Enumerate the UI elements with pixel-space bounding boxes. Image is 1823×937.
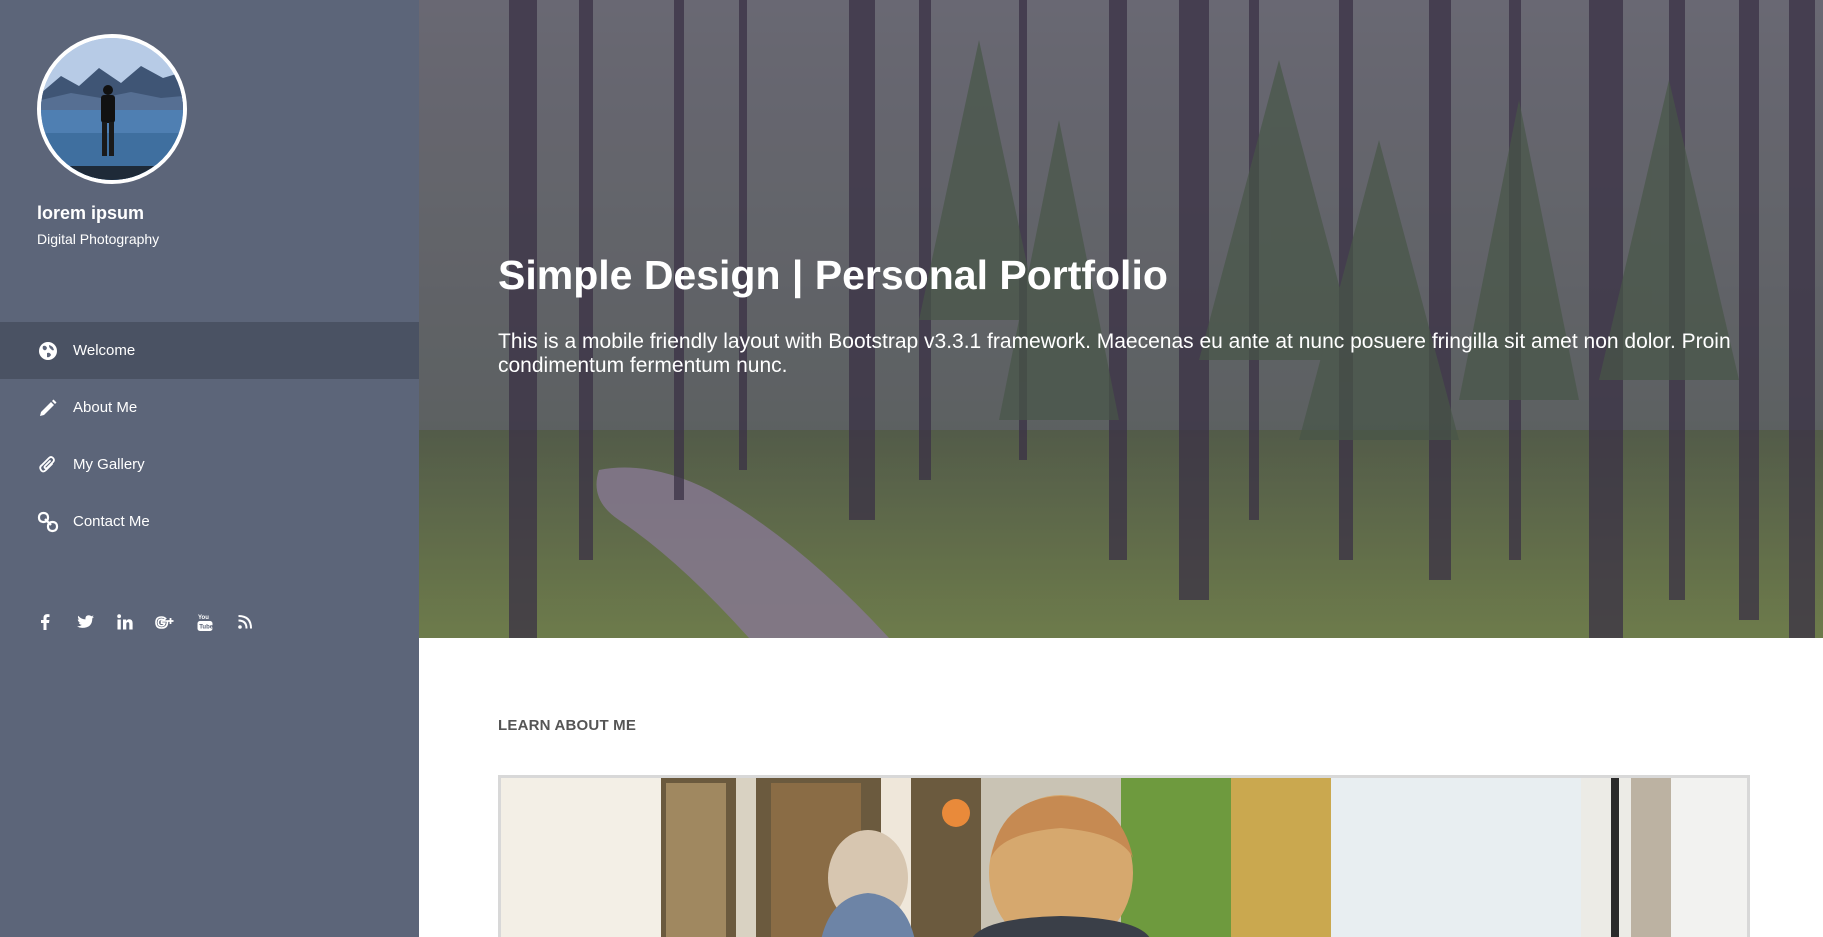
svg-text:Tube: Tube <box>199 624 213 630</box>
forest-background-image <box>419 0 1823 638</box>
google-plus-icon[interactable] <box>153 610 177 634</box>
sidebar: lorem ipsum Digital Photography Welcome … <box>0 0 419 937</box>
section-title: LEARN ABOUT ME <box>498 717 637 734</box>
pencil-icon <box>37 397 59 419</box>
about-image <box>498 775 1750 937</box>
profile-subtitle: Digital Photography <box>37 231 160 247</box>
nav-item-about-me[interactable]: About Me <box>0 379 419 436</box>
nav-item-welcome[interactable]: Welcome <box>0 322 419 379</box>
svg-text:You: You <box>198 615 209 621</box>
rss-icon[interactable] <box>233 610 257 634</box>
nav-item-contact-me[interactable]: Contact Me <box>0 493 419 550</box>
avatar-photo <box>41 38 183 180</box>
youtube-icon[interactable]: You Tube <box>193 610 217 634</box>
globe-icon <box>37 340 59 362</box>
avatar <box>37 34 187 184</box>
profile-name: lorem ipsum <box>37 203 145 223</box>
facebook-icon[interactable] <box>33 610 57 634</box>
hero-text: This is a mobile friendly layout with Bo… <box>498 330 1731 377</box>
nav-item-label: Welcome <box>73 342 136 359</box>
nav-item-label: My Gallery <box>73 456 145 473</box>
nav-item-label: Contact Me <box>73 513 150 530</box>
about-photo <box>501 778 1747 937</box>
paperclip-icon <box>37 454 59 476</box>
nav-item-label: About Me <box>73 399 138 416</box>
social-links: You Tube <box>33 610 257 634</box>
hero-banner: Simple Design | Personal Portfolio This … <box>419 0 1823 638</box>
twitter-icon[interactable] <box>73 610 97 634</box>
nav-item-my-gallery[interactable]: My Gallery <box>0 436 419 493</box>
hero-title: Simple Design | Personal Portfolio <box>498 252 1168 298</box>
link-icon <box>37 511 59 533</box>
linkedin-icon[interactable] <box>113 610 137 634</box>
sidebar-nav: Welcome About Me My Gallery Contact Me <box>0 322 419 550</box>
